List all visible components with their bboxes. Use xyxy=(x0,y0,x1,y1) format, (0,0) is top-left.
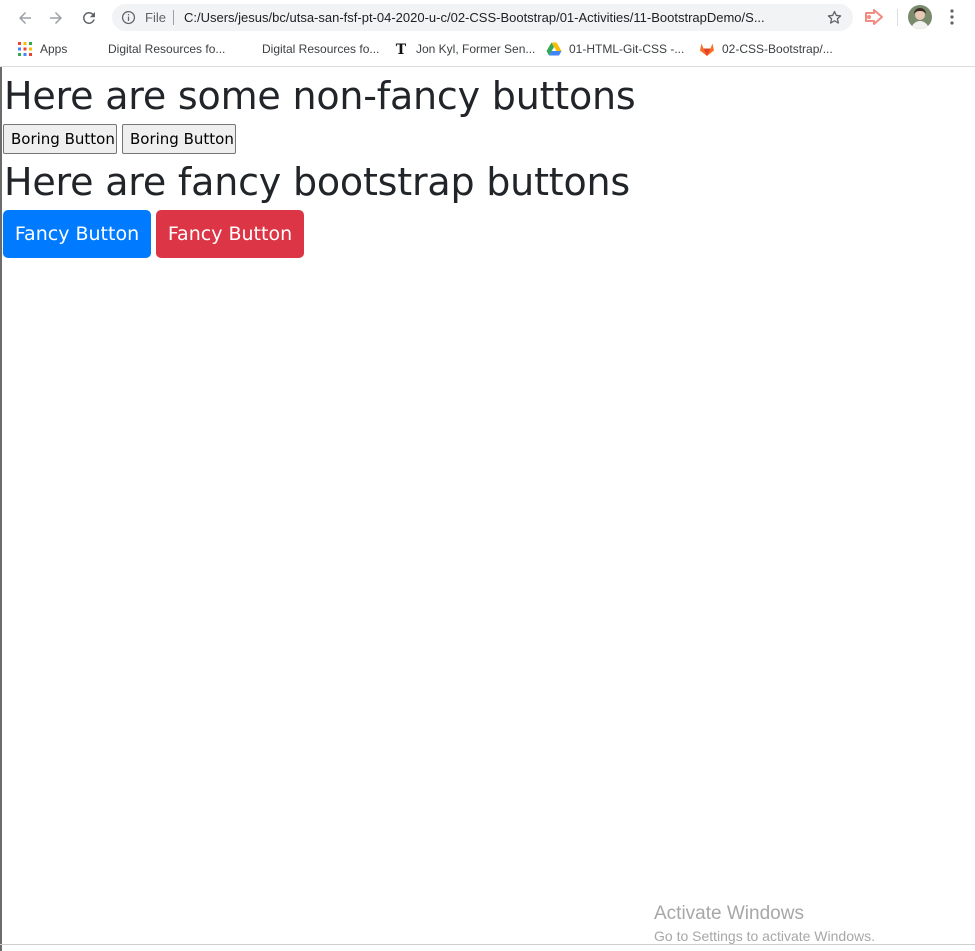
forward-button[interactable] xyxy=(44,6,68,30)
bookmark-css-bootstrap[interactable]: 02-CSS-Bootstrap/... xyxy=(699,35,833,63)
avatar-icon xyxy=(908,5,932,29)
gitlab-icon xyxy=(700,43,714,56)
google-drive-icon xyxy=(546,42,562,56)
fancy-button-danger[interactable]: Fancy Button xyxy=(156,210,304,258)
watermark-subtitle: Go to Settings to activate Windows. xyxy=(654,928,875,944)
watermark-title: Activate Windows xyxy=(654,903,804,924)
star-icon[interactable] xyxy=(826,9,843,26)
window-bottom-edge xyxy=(0,944,975,945)
bookmark-digital-resources-2[interactable]: Digital Resources fo... xyxy=(262,35,379,63)
bookmarks-bar: Apps Digital Resources fo... Digital Res… xyxy=(0,35,975,66)
kebab-menu-icon[interactable] xyxy=(948,8,956,26)
arrow-left-icon xyxy=(19,12,31,24)
scheme-label: File xyxy=(145,10,166,25)
bookmark-apps[interactable]: Apps xyxy=(17,35,67,63)
apps-grid-icon xyxy=(18,42,32,56)
bookmark-html-git-css[interactable]: 01-HTML-Git-CSS -... xyxy=(546,35,684,63)
page-viewport: Here are some non-fancy buttons Boring B… xyxy=(0,67,975,951)
heading-non-fancy: Here are some non-fancy buttons xyxy=(4,74,636,118)
address-bar[interactable]: File C:/Users/jesus/bc/utsa-san-fsf-pt-0… xyxy=(112,4,853,31)
boring-button-2[interactable]: Boring Button xyxy=(122,124,236,154)
boring-button-1[interactable]: Boring Button xyxy=(3,124,117,154)
toolbar-divider xyxy=(897,9,898,26)
bookmark-label: Jon Kyl, Former Sen... xyxy=(416,42,536,56)
extension-icon[interactable] xyxy=(864,8,884,26)
bookmark-digital-resources-1[interactable]: Digital Resources fo... xyxy=(108,35,225,63)
profile-avatar[interactable] xyxy=(908,5,932,29)
scheme-divider xyxy=(173,10,174,25)
bookmark-label: 01-HTML-Git-CSS -... xyxy=(569,42,685,56)
svg-text:T: T xyxy=(396,42,407,57)
arrow-right-icon xyxy=(50,12,62,24)
bookmark-label: Apps xyxy=(40,42,68,56)
bookmark-jon-kyl[interactable]: T Jon Kyl, Former Sen... xyxy=(393,35,536,63)
info-icon[interactable] xyxy=(121,10,136,25)
heading-fancy: Here are fancy bootstrap buttons xyxy=(4,160,630,204)
reload-button[interactable] xyxy=(77,6,101,30)
nyt-icon: T xyxy=(396,42,407,57)
activate-windows-watermark: Activate Windows Go to Settings to activ… xyxy=(654,903,875,945)
window-left-edge xyxy=(0,67,2,951)
url-text[interactable]: C:/Users/jesus/bc/utsa-san-fsf-pt-04-202… xyxy=(184,10,822,25)
bookmark-label: Digital Resources fo... xyxy=(108,42,226,56)
back-button[interactable] xyxy=(13,6,37,30)
bookmark-label: 02-CSS-Bootstrap/... xyxy=(722,42,833,56)
reload-icon xyxy=(82,11,95,24)
fancy-button-primary[interactable]: Fancy Button xyxy=(3,210,151,258)
bookmark-label: Digital Resources fo... xyxy=(262,42,380,56)
browser-toolbar: File C:/Users/jesus/bc/utsa-san-fsf-pt-0… xyxy=(0,0,975,35)
